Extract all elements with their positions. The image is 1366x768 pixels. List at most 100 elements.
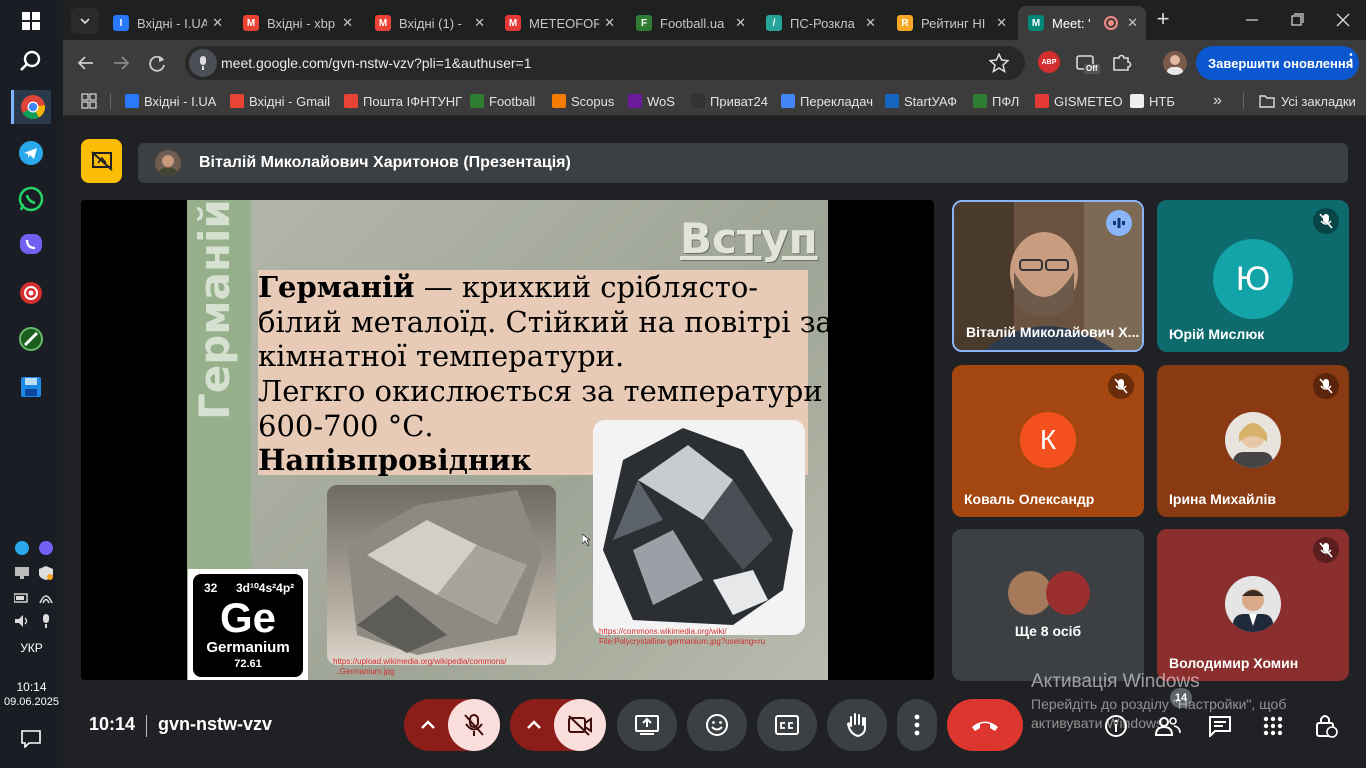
- bookmark-item[interactable]: Перекладач: [781, 92, 873, 110]
- captions-button[interactable]: [757, 699, 817, 751]
- tab-close-icon[interactable]: ✕: [604, 15, 615, 31]
- participant-tile-2[interactable]: Ю Юрій Мислюк: [1157, 200, 1349, 352]
- tab-close-icon[interactable]: ✕: [865, 15, 876, 31]
- apps-grid-icon[interactable]: [81, 93, 97, 109]
- url-text[interactable]: meet.google.com/gvn-nstw-vzv?pli=1&authu…: [221, 55, 532, 71]
- clock-date[interactable]: 09.06.2025: [0, 696, 63, 708]
- browser-tab[interactable]: M Вхідні - xbp ✕: [233, 6, 361, 40]
- tab-close-icon[interactable]: ✕: [212, 15, 223, 31]
- all-bookmarks-folder[interactable]: Усі закладки: [1259, 92, 1356, 110]
- more-avatar-2: [1046, 571, 1090, 615]
- participant-tile-4[interactable]: Ірина Михайлів: [1157, 365, 1349, 517]
- participant-tile-6[interactable]: Володимир Хомин: [1157, 529, 1349, 681]
- extensions-puzzle-icon[interactable]: [1111, 51, 1133, 73]
- close-window-button[interactable]: [1331, 10, 1355, 30]
- browser-tab[interactable]: M Вхідні (1) - ✕: [365, 6, 493, 40]
- slide-link-right-1[interactable]: https://commons.wikimedia.org/wiki/: [599, 627, 727, 636]
- browser-tab[interactable]: F Football.ua ✕: [626, 6, 754, 40]
- participant-avatar-initial: Ю: [1213, 239, 1293, 319]
- bookmark-item[interactable]: Scopus: [552, 92, 614, 110]
- participant-tile-more[interactable]: Ще 8 осіб: [952, 529, 1144, 681]
- forward-arrow-icon[interactable]: [110, 52, 132, 74]
- display-tray-icon[interactable]: [14, 565, 30, 581]
- microphone-tray-icon[interactable]: [38, 613, 54, 629]
- tab-close-icon[interactable]: ✕: [1127, 15, 1138, 31]
- reload-icon[interactable]: [146, 52, 168, 74]
- more-options-button[interactable]: [897, 699, 937, 751]
- stop-presenting-button[interactable]: [81, 139, 122, 183]
- participant-tile-3[interactable]: К Коваль Олександр: [952, 365, 1144, 517]
- extension-off-icon[interactable]: Off: [1074, 50, 1100, 76]
- camera-toggle-button[interactable]: [554, 699, 606, 751]
- chrome-taskbar-icon[interactable]: [11, 90, 51, 124]
- mic-toggle-button[interactable]: [448, 699, 500, 751]
- viber-tray-icon[interactable]: [38, 540, 54, 556]
- site-info-icon[interactable]: [189, 49, 217, 77]
- browser-tab[interactable]: R Рейтинг НІ ✕: [887, 6, 1015, 40]
- browser-tab[interactable]: / ПС-Розкла ✕: [756, 6, 884, 40]
- tab-title: Вхідні - I.UA: [137, 15, 207, 31]
- browser-tab[interactable]: I Вхідні - I.UA ✕: [103, 6, 231, 40]
- back-arrow-icon[interactable]: [75, 52, 97, 74]
- bookmark-item[interactable]: Вхідні - Gmail: [230, 92, 330, 110]
- tab-close-icon[interactable]: ✕: [996, 15, 1007, 31]
- raise-hand-button[interactable]: [827, 699, 887, 751]
- slide-link-left-1[interactable]: https://upload.wikimedia.org/wikipedia/c…: [333, 657, 506, 666]
- tab-search-button[interactable]: [71, 8, 99, 34]
- bookmark-item[interactable]: Football: [470, 92, 535, 110]
- restore-button[interactable]: [1285, 10, 1309, 30]
- adblock-extension-icon[interactable]: ABP: [1038, 51, 1060, 73]
- profile-avatar[interactable]: [1163, 51, 1187, 75]
- finish-update-button[interactable]: Завершити оновлення ⋮: [1196, 46, 1359, 80]
- new-tab-button[interactable]: +: [1151, 8, 1175, 32]
- minimize-button[interactable]: [1240, 10, 1264, 30]
- element-name: Germanium: [206, 639, 290, 656]
- germanium-photo-left: [327, 485, 556, 665]
- volume-tray-icon[interactable]: [14, 613, 30, 629]
- edge-green-icon[interactable]: [11, 322, 51, 356]
- bookmark-item[interactable]: Приват24: [691, 92, 768, 110]
- save-disk-icon[interactable]: [11, 370, 51, 404]
- bookmark-item[interactable]: НТБ: [1130, 92, 1175, 110]
- bookmark-item[interactable]: GISMETEO: [1035, 92, 1123, 110]
- mic-options-chevron-icon[interactable]: [416, 713, 440, 737]
- clock-time[interactable]: 10:14: [0, 680, 63, 694]
- telegram-icon[interactable]: [11, 136, 51, 170]
- slide-link-right-2[interactable]: File:Polycrystalline-germanium.jpg?usela…: [599, 637, 765, 646]
- security-tray-icon[interactable]: [38, 565, 54, 581]
- raise-hand-icon: [846, 713, 866, 738]
- battery-tray-icon[interactable]: [14, 590, 30, 606]
- whatsapp-icon[interactable]: [11, 182, 51, 216]
- address-bar[interactable]: meet.google.com/gvn-nstw-vzv?pli=1&authu…: [185, 46, 1025, 80]
- browser-tab[interactable]: M METEOFOR ✕: [495, 6, 623, 40]
- camera-options-chevron-icon[interactable]: [522, 713, 546, 737]
- bookmark-favicon-icon: [628, 94, 642, 108]
- reactions-button[interactable]: [687, 699, 747, 751]
- extension-off-label: Off: [1086, 64, 1098, 73]
- screen-recorder-icon[interactable]: [11, 276, 51, 310]
- bookmark-label: НТБ: [1149, 93, 1175, 109]
- bookmark-item[interactable]: WoS: [628, 92, 675, 110]
- bookmark-item[interactable]: ПФЛ: [973, 92, 1019, 110]
- bookmark-item[interactable]: Вхідні - I.UA: [125, 92, 216, 110]
- tab-close-icon[interactable]: ✕: [735, 15, 746, 31]
- wifi-tray-icon[interactable]: [38, 590, 54, 606]
- viber-icon[interactable]: [11, 228, 51, 262]
- more-bookmarks-chevron-icon[interactable]: »: [1213, 92, 1222, 110]
- tab-close-icon[interactable]: ✕: [474, 15, 485, 31]
- participant-tile-presenter[interactable]: Віталій Миколайович Х...: [952, 200, 1144, 352]
- windows-start-icon[interactable]: [11, 4, 51, 38]
- leave-call-button[interactable]: [947, 699, 1023, 751]
- telegram-tray-icon[interactable]: [14, 540, 30, 556]
- tab-close-icon[interactable]: ✕: [342, 15, 353, 31]
- bookmark-star-icon[interactable]: [988, 52, 1010, 74]
- notifications-icon[interactable]: [11, 722, 51, 756]
- search-icon[interactable]: [11, 44, 51, 78]
- bookmark-item[interactable]: StartУАФ: [885, 92, 957, 110]
- present-button[interactable]: [617, 699, 677, 751]
- slide-link-left-2[interactable]: ...Germanium.jpg: [333, 667, 394, 676]
- browser-tab[interactable]: M Meet: ' ✕: [1018, 6, 1146, 40]
- language-indicator[interactable]: УКР: [0, 641, 63, 655]
- bookmark-item[interactable]: Пошта ІФНТУНГ: [344, 92, 462, 110]
- element-mass: 72.61: [234, 658, 262, 670]
